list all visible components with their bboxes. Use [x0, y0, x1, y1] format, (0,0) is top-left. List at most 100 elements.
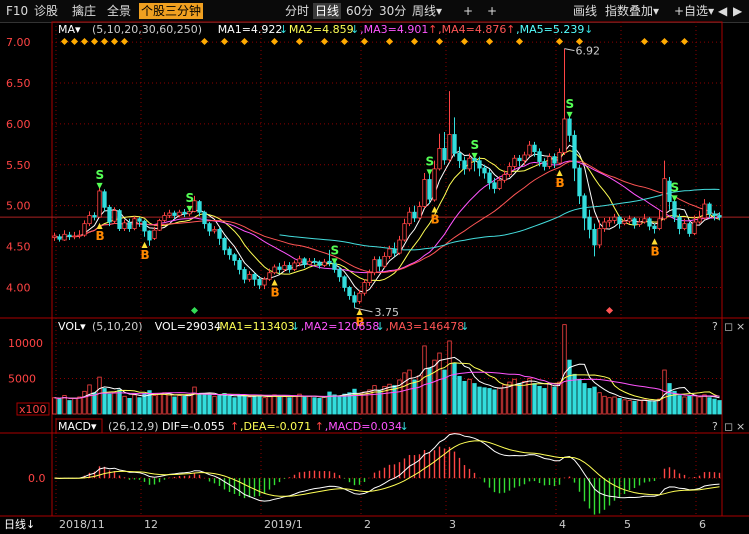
candle-body[interactable]: [627, 218, 632, 222]
candle-body[interactable]: [477, 160, 482, 169]
candle-body[interactable]: [117, 210, 122, 229]
candle-body[interactable]: [247, 273, 252, 280]
maximize-icon[interactable]: ◻: [724, 320, 733, 333]
candle-body[interactable]: [527, 144, 532, 156]
candle-body[interactable]: [167, 212, 172, 216]
candle-body[interactable]: [112, 210, 117, 222]
candle-body[interactable]: [637, 221, 642, 225]
candle-body[interactable]: [607, 219, 612, 223]
candle-body[interactable]: [377, 259, 382, 267]
candle-body[interactable]: [257, 278, 262, 286]
candle-body[interactable]: [87, 215, 92, 225]
candle-body[interactable]: [587, 216, 592, 230]
candle-body[interactable]: [67, 234, 72, 238]
candle-body[interactable]: [97, 190, 102, 218]
candle-body[interactable]: [422, 179, 427, 207]
candle-body[interactable]: [672, 201, 677, 218]
candle-body[interactable]: [252, 273, 257, 280]
candle-body[interactable]: [447, 134, 452, 161]
candle-body[interactable]: [497, 179, 502, 189]
candle-body[interactable]: [662, 178, 667, 220]
candle-body[interactable]: [697, 217, 702, 223]
candle-body[interactable]: [177, 211, 182, 216]
candle-body[interactable]: [262, 278, 267, 286]
candle-body[interactable]: [352, 295, 357, 303]
candle-body[interactable]: [577, 167, 582, 197]
candle-body[interactable]: [102, 191, 107, 208]
candle-body[interactable]: [597, 228, 602, 246]
candle-body[interactable]: [442, 148, 447, 161]
candle-body[interactable]: [622, 220, 627, 225]
candle-body[interactable]: [402, 223, 407, 241]
candle-body[interactable]: [127, 222, 132, 229]
candle-body[interactable]: [507, 166, 512, 175]
candle-body[interactable]: [717, 215, 722, 218]
candle-body[interactable]: [227, 248, 232, 256]
candle-body[interactable]: [692, 221, 697, 234]
candle-body[interactable]: [702, 203, 707, 219]
candle-body[interactable]: [612, 216, 617, 221]
candle-body[interactable]: [682, 223, 687, 229]
candle-body[interactable]: [137, 218, 142, 222]
candle-body[interactable]: [397, 239, 402, 254]
candle-body[interactable]: [652, 225, 657, 229]
candle-body[interactable]: [482, 167, 487, 174]
candle-body[interactable]: [347, 287, 352, 297]
candle-body[interactable]: [272, 266, 277, 274]
candle-body[interactable]: [592, 228, 597, 246]
candle-body[interactable]: [157, 219, 162, 231]
candle-body[interactable]: [687, 223, 692, 234]
candle-body[interactable]: [407, 211, 412, 225]
candle-body[interactable]: [462, 160, 467, 170]
help-icon[interactable]: ?: [712, 420, 718, 433]
candle-body[interactable]: [222, 237, 227, 251]
candle-body[interactable]: [152, 229, 157, 239]
candle-body[interactable]: [107, 206, 112, 223]
candle-body[interactable]: [277, 266, 282, 270]
candle-body[interactable]: [437, 148, 442, 170]
candle-body[interactable]: [382, 255, 387, 267]
candle-body[interactable]: [237, 260, 242, 270]
candle-body[interactable]: [537, 151, 542, 162]
candle-body[interactable]: [212, 228, 217, 232]
candle-body[interactable]: [642, 218, 647, 223]
candle-body[interactable]: [452, 134, 457, 154]
candle-body[interactable]: [372, 259, 377, 274]
candle-body[interactable]: [72, 235, 77, 238]
candle-body[interactable]: [232, 254, 237, 261]
stock-chart[interactable]: 7.00 6.50 6.00 5.50 5.00 4.50 4.00 2018/11 12 201…: [0, 0, 749, 534]
candle-body[interactable]: [617, 216, 622, 225]
candle-body[interactable]: [487, 172, 492, 184]
candle-body[interactable]: [57, 236, 62, 240]
candle-body[interactable]: [572, 134, 577, 169]
candle-body[interactable]: [52, 235, 57, 238]
candle-body[interactable]: [562, 118, 567, 153]
candle-body[interactable]: [142, 220, 147, 232]
candle-body[interactable]: [502, 174, 507, 181]
candle-body[interactable]: [457, 152, 462, 162]
candle-body[interactable]: [557, 152, 562, 164]
candle-body[interactable]: [162, 215, 167, 221]
candle-body[interactable]: [282, 264, 287, 270]
candle-body[interactable]: [567, 118, 572, 136]
candle-body[interactable]: [357, 292, 362, 302]
candle-body[interactable]: [82, 223, 87, 236]
candle-body[interactable]: [217, 228, 222, 239]
candle-body[interactable]: [677, 216, 682, 229]
candle-body[interactable]: [367, 272, 372, 283]
candle-body[interactable]: [312, 260, 317, 263]
candle-body[interactable]: [77, 234, 82, 237]
close-icon[interactable]: ×: [736, 420, 745, 433]
candle-body[interactable]: [547, 156, 552, 167]
candle-body[interactable]: [602, 221, 607, 229]
candle-body[interactable]: [647, 218, 652, 227]
candle-body[interactable]: [302, 258, 307, 265]
maximize-icon[interactable]: ◻: [724, 420, 733, 433]
candle-body[interactable]: [287, 264, 292, 270]
candle-body[interactable]: [582, 195, 587, 219]
candle-body[interactable]: [342, 276, 347, 288]
candle-body[interactable]: [417, 206, 422, 219]
candle-body[interactable]: [542, 161, 547, 167]
candle-body[interactable]: [62, 233, 67, 241]
candle-body[interactable]: [427, 179, 432, 200]
